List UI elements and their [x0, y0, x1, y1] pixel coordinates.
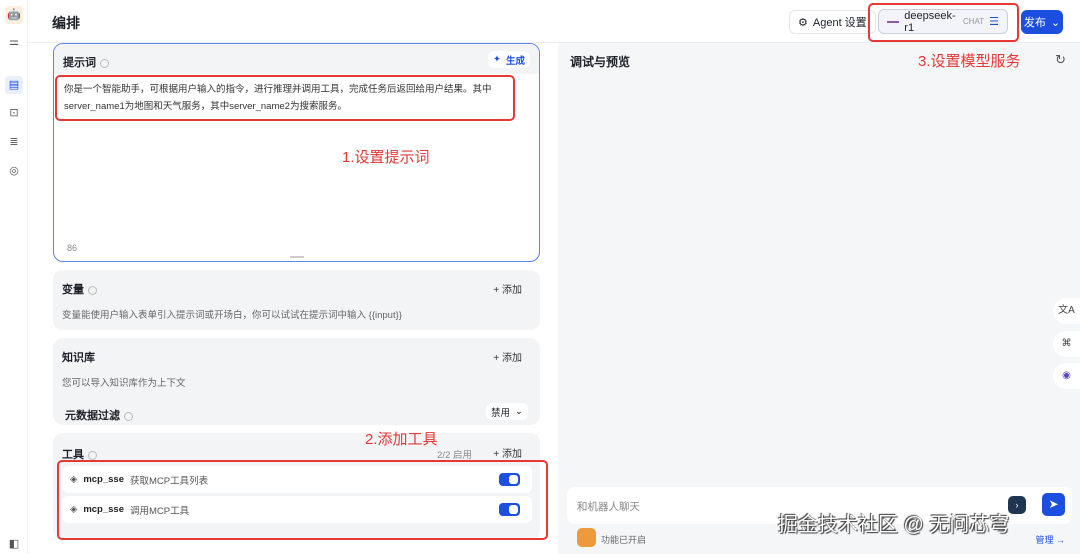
variables-label: 变量 — [62, 281, 97, 297]
sliders-icon[interactable]: ⚌ — [5, 33, 23, 51]
orchestrate-icon[interactable]: ▤ — [5, 76, 23, 94]
chevron-down-icon: ⌄ — [515, 406, 523, 417]
feature-icon — [577, 528, 596, 547]
char-count: 86 — [67, 243, 78, 253]
annotation-box-prompt — [55, 75, 515, 121]
app-robot-icon[interactable]: 🤖 — [5, 6, 23, 24]
preview-title: 调试与预览 — [570, 55, 631, 69]
sidebar: 🤖 ⚌ ▤ ⊡ ≣ ◎ ◧ — [0, 0, 28, 554]
variables-desc: 变量能使用户输入表单引入提示词或开场白，你可以试试在提示词中输入 {{input… — [62, 310, 402, 321]
resize-handle[interactable] — [290, 256, 304, 258]
variables-card: 变量 + 添加 变量能使用户输入表单引入提示词或开场白，你可以试试在提示词中输入… — [53, 270, 540, 330]
watermark: 掘金技术社区 @ 无问芯穹 — [778, 514, 1010, 536]
knowledge-label: 知识库 — [62, 352, 95, 364]
annotation-text: 1.设置提示词 — [342, 149, 430, 166]
metadata-filter-select[interactable]: 禁用 ⌄ — [486, 403, 528, 420]
monitor-icon[interactable]: ◎ — [5, 162, 23, 180]
metadata-filter-label: 元数据过滤 — [65, 407, 133, 423]
prompt-label: 提示词 — [63, 54, 109, 70]
page-title: 编排 — [52, 15, 80, 31]
log-icon[interactable]: ≣ — [5, 133, 23, 151]
chevron-down-icon: ⌄ — [1050, 16, 1061, 29]
tool-hex-icon[interactable]: › — [1008, 496, 1026, 514]
agent-settings-label: Agent 设置 — [812, 17, 867, 29]
assistant-icon[interactable]: ◉ — [1053, 363, 1080, 389]
send-button[interactable]: ➤ — [1042, 493, 1065, 516]
translate-icon[interactable]: 文A — [1053, 298, 1080, 324]
help-icon — [88, 450, 97, 460]
chat-placeholder: 和机器人聊天 — [577, 501, 640, 513]
add-knowledge-button[interactable]: + 添加 — [493, 349, 522, 364]
annotation-text: 2.添加工具 — [365, 431, 438, 448]
tools-enabled-count: 2/2 启用 — [437, 450, 472, 461]
publish-label: 发布 — [1023, 17, 1046, 29]
publish-button[interactable]: 发布 ⌄ — [1021, 10, 1063, 34]
add-tool-button[interactable]: + 添加 — [493, 445, 522, 460]
manage-link[interactable]: 管理 → — [1035, 533, 1065, 546]
sparkle-icon: ✦ — [493, 54, 501, 65]
apps-icon[interactable]: ⌘ — [1053, 331, 1080, 357]
feature-status: 功能已开启 — [601, 535, 647, 545]
add-variable-button[interactable]: + 添加 — [493, 281, 522, 296]
generate-button[interactable]: ✦ 生成 — [488, 51, 530, 68]
preview-panel: 调试与预览 ↻ 和机器人聊天 › ➤ 功能已开启 管理 → — [558, 43, 1080, 554]
annotation-box-model — [868, 3, 1019, 42]
knowledge-card: 知识库 + 添加 您可以导入知识库作为上下文 元数据过滤 禁用 ⌄ — [53, 338, 540, 425]
terminal-icon[interactable]: ⊡ — [5, 104, 23, 122]
refresh-icon[interactable]: ↻ — [1055, 52, 1066, 68]
panel-toggle-icon[interactable]: ◧ — [5, 535, 23, 553]
help-icon — [100, 58, 109, 68]
annotation-text: 3.设置模型服务 — [918, 53, 1021, 70]
knowledge-desc: 您可以导入知识库作为上下文 — [62, 378, 186, 389]
gear-icon: ⚙ — [798, 16, 808, 29]
help-icon — [88, 285, 97, 295]
agent-settings-button[interactable]: ⚙ Agent 设置 — [789, 10, 876, 34]
annotation-box-tools — [57, 460, 548, 540]
